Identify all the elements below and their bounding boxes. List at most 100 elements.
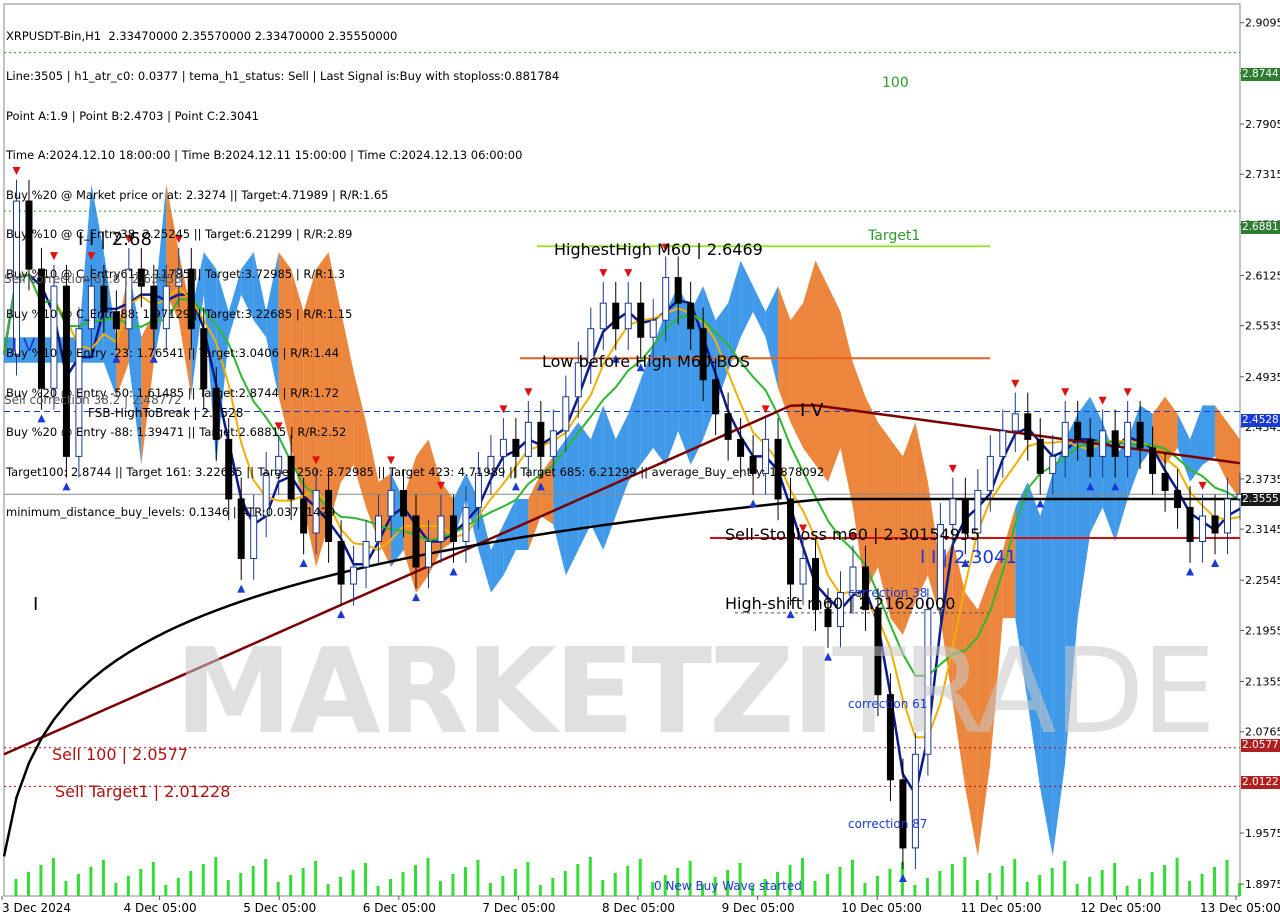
candle-body bbox=[350, 566, 358, 585]
volume-bar bbox=[850, 860, 854, 896]
volume-bar bbox=[601, 880, 605, 896]
x-tick-label: 9 Dec 05:00 bbox=[722, 901, 795, 915]
volume-bar bbox=[1013, 859, 1017, 896]
y-tick-label: 1.8975 bbox=[1245, 878, 1280, 891]
info-line: Target100: 2.8744 || Target 161: 3.22685… bbox=[6, 464, 825, 479]
buy-arrow-icon bbox=[412, 593, 420, 602]
volume-bar bbox=[551, 878, 555, 896]
volume-bar bbox=[289, 875, 293, 896]
volume-bar bbox=[451, 874, 455, 896]
x-tick-label: 3 Dec 2024 bbox=[2, 901, 71, 915]
volume-bar bbox=[351, 870, 355, 896]
volume-bar bbox=[214, 857, 218, 896]
price-box-target100: 2.8744 bbox=[1241, 68, 1280, 81]
volume-bar bbox=[1050, 868, 1054, 896]
candle-body bbox=[1061, 421, 1069, 457]
sell-arrow-icon bbox=[1061, 388, 1070, 397]
volume-bar bbox=[176, 878, 180, 896]
volume-bar bbox=[1238, 883, 1241, 896]
cloud-segment bbox=[1202, 405, 1216, 465]
candle-body bbox=[337, 540, 345, 585]
volume-bar bbox=[314, 861, 318, 896]
volume-bar bbox=[626, 866, 630, 896]
volume-bar bbox=[938, 871, 942, 896]
candle-body bbox=[1099, 430, 1107, 457]
volume-bar bbox=[576, 864, 580, 896]
sell-100-label: Sell 100 | 2.0577 bbox=[52, 745, 189, 764]
price-box-sell-target1: 2.0122 bbox=[1241, 776, 1280, 789]
volume-bar bbox=[1225, 860, 1229, 896]
candle-body bbox=[1136, 421, 1144, 449]
volume-bar bbox=[1000, 866, 1004, 896]
volume-bar bbox=[950, 864, 954, 896]
volume-bar bbox=[151, 862, 155, 896]
volume-bar bbox=[39, 865, 43, 896]
volume-bar bbox=[76, 874, 80, 896]
volume-bar bbox=[414, 865, 417, 896]
volume-bar bbox=[326, 884, 330, 896]
volume-bar bbox=[613, 873, 617, 896]
y-tick-label: 2.2545 bbox=[1245, 574, 1280, 587]
y-tick-label: 2.9095 bbox=[1245, 17, 1280, 30]
candle-body bbox=[986, 455, 994, 491]
time-axis: 3 Dec 2024 4 Dec 05:00 5 Dec 05:00 6 Dec 05… bbox=[1, 896, 1280, 915]
volume-bar bbox=[888, 869, 892, 896]
volume-bar bbox=[364, 863, 368, 896]
x-tick-label: 7 Dec 05:00 bbox=[482, 901, 555, 915]
volume-bar bbox=[1213, 867, 1217, 896]
volume-bar bbox=[838, 867, 842, 896]
candle-body bbox=[899, 779, 907, 849]
volume-bar bbox=[875, 876, 879, 896]
y-tick-label: 2.5535 bbox=[1245, 320, 1280, 333]
price-box-sell100: 2.0577 bbox=[1241, 739, 1280, 752]
candle-body bbox=[1049, 455, 1057, 474]
y-tick-label: 2.7315 bbox=[1245, 168, 1280, 181]
price-box-fsb: 2.4528 bbox=[1241, 414, 1280, 427]
buy-arrow-icon bbox=[449, 567, 458, 576]
sell-arrow-icon bbox=[1123, 388, 1132, 397]
sell-target1-label: Sell Target1 | 2.01228 bbox=[55, 782, 231, 801]
info-line: Line:3505 | h1_atr_c0: 0.0377 | tema_h1_… bbox=[6, 69, 560, 83]
volume-bar bbox=[1025, 882, 1029, 896]
x-tick-label: 4 Dec 05:00 bbox=[124, 901, 197, 915]
candle-body bbox=[1024, 413, 1032, 440]
point-c-label: I I | 2.3041 bbox=[920, 547, 1017, 568]
y-tick-label: 2.4935 bbox=[1245, 371, 1280, 384]
volume-bar bbox=[526, 862, 530, 896]
candle-body bbox=[1211, 515, 1219, 534]
x-tick-label: 5 Dec 05:00 bbox=[243, 901, 316, 915]
new-wave-label: 0 New Buy Wave started bbox=[654, 879, 802, 893]
volume-bar bbox=[1088, 877, 1092, 896]
buy-arrow-icon bbox=[337, 610, 346, 619]
volume-bar bbox=[201, 864, 205, 896]
volume-bar bbox=[501, 876, 505, 896]
volume-bar bbox=[563, 871, 567, 896]
volume-bar bbox=[51, 858, 55, 896]
volume-bar bbox=[114, 883, 118, 896]
info-line: minimum_distance_buy_levels: 0.1346 | AT… bbox=[6, 504, 336, 519]
candle-body bbox=[1161, 472, 1169, 491]
buy-arrow-icon bbox=[299, 559, 308, 568]
candle-body bbox=[424, 540, 432, 568]
wave-ii-label: I I | 2.68 bbox=[78, 229, 152, 250]
candle-body bbox=[1036, 438, 1044, 474]
volume-bar bbox=[251, 866, 255, 896]
volume-bar bbox=[1163, 865, 1167, 896]
x-tick-label: 6 Dec 05:00 bbox=[363, 901, 436, 915]
y-tick-label: 2.3735 bbox=[1245, 473, 1280, 486]
cloud-segment bbox=[915, 422, 928, 602]
y-tick-label: 2.3145 bbox=[1245, 523, 1280, 536]
buy-arrow-icon bbox=[237, 584, 246, 593]
candle-body bbox=[1149, 447, 1157, 474]
y-tick-label: 2.7905 bbox=[1245, 118, 1280, 131]
candle-body bbox=[362, 540, 370, 568]
sell-correction-61-label: Sell correction 61.8 | 2.63458 bbox=[4, 272, 182, 286]
y-tick-label: 1.9575 bbox=[1245, 827, 1280, 840]
volume-bar bbox=[1188, 881, 1192, 896]
price-box-last: 2.3555 bbox=[1241, 493, 1280, 506]
volume-bar bbox=[1075, 884, 1079, 896]
volume-bar bbox=[975, 880, 979, 896]
volume-bar bbox=[1038, 875, 1042, 896]
candle-body bbox=[799, 558, 807, 585]
candle-body bbox=[949, 498, 957, 525]
